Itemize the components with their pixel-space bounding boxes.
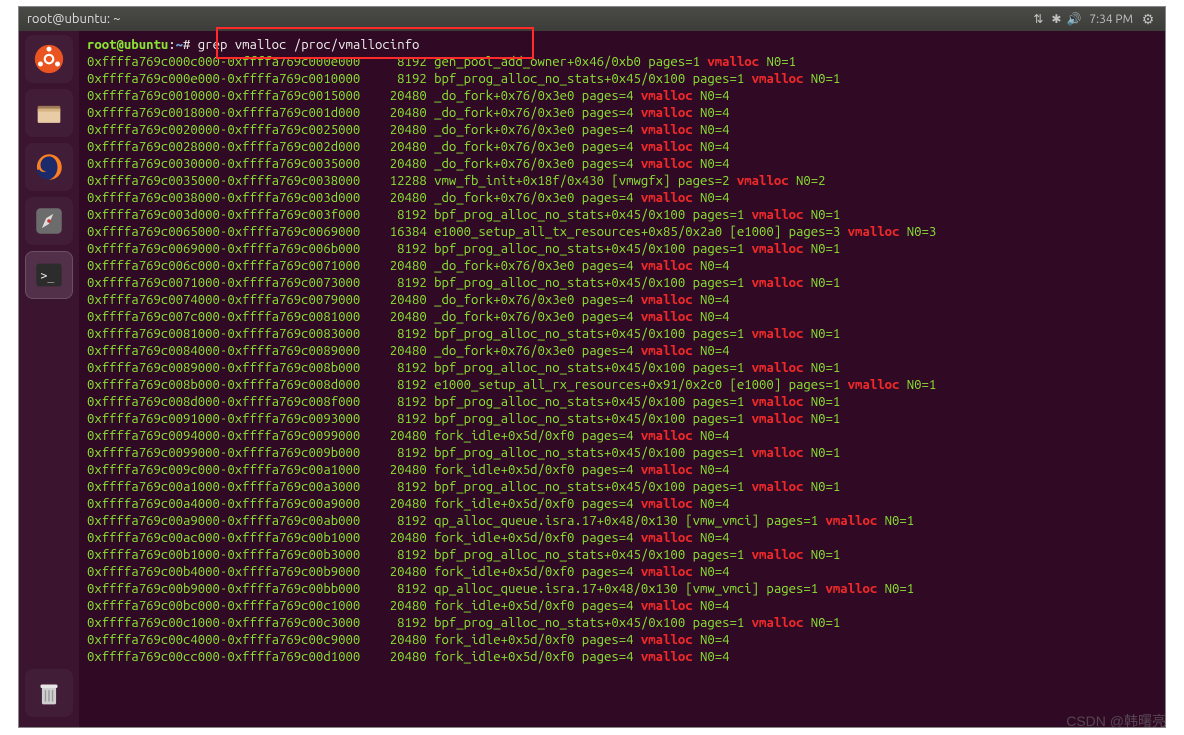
output-line: 0xffffa769c00b1000-0xffffa769c00b3000 81… [87, 547, 1159, 564]
output-line: 0xffffa769c0069000-0xffffa769c006b000 81… [87, 241, 1159, 258]
terminal-output[interactable]: root@ubuntu:~# grep vmalloc /proc/vmallo… [79, 31, 1165, 727]
output-line: 0xffffa769c0038000-0xffffa769c003d000 20… [87, 190, 1159, 207]
titlebar: root@ubuntu: ~ ⇅ ✱ 🔊 7:34 PM ⚙ [19, 7, 1165, 31]
output-line: 0xffffa769c009c000-0xffffa769c00a1000 20… [87, 462, 1159, 479]
network-icon[interactable]: ⇅ [1029, 12, 1047, 26]
output-line: 0xffffa769c00c4000-0xffffa769c00c9000 20… [87, 632, 1159, 649]
output-line: 0xffffa769c0091000-0xffffa769c0093000 81… [87, 411, 1159, 428]
output-line: 0xffffa769c00b9000-0xffffa769c00bb000 81… [87, 581, 1159, 598]
volume-icon[interactable]: 🔊 [1065, 12, 1083, 26]
window-frame: root@ubuntu: ~ ⇅ ✱ 🔊 7:34 PM ⚙ >_ root@u… [18, 6, 1166, 728]
output-line: 0xffffa769c006c000-0xffffa769c0071000 20… [87, 258, 1159, 275]
output-line: 0xffffa769c000c000-0xffffa769c000e000 81… [87, 54, 1159, 71]
output-line: 0xffffa769c0030000-0xffffa769c0035000 20… [87, 156, 1159, 173]
output-line: 0xffffa769c008b000-0xffffa769c008d000 81… [87, 377, 1159, 394]
output-line: 0xffffa769c0071000-0xffffa769c0073000 81… [87, 275, 1159, 292]
output-line: 0xffffa769c000e000-0xffffa769c0010000 81… [87, 71, 1159, 88]
output-line: 0xffffa769c00a1000-0xffffa769c00a3000 81… [87, 479, 1159, 496]
output-line: 0xffffa769c0020000-0xffffa769c0025000 20… [87, 122, 1159, 139]
output-line: 0xffffa769c0084000-0xffffa769c0089000 20… [87, 343, 1159, 360]
output-line: 0xffffa769c0089000-0xffffa769c008b000 81… [87, 360, 1159, 377]
output-line: 0xffffa769c003d000-0xffffa769c003f000 81… [87, 207, 1159, 224]
launcher: >_ [19, 31, 79, 727]
output-line: 0xffffa769c0018000-0xffffa769c001d000 20… [87, 105, 1159, 122]
output-line: 0xffffa769c00a9000-0xffffa769c00ab000 81… [87, 513, 1159, 530]
output-line: 0xffffa769c0010000-0xffffa769c0015000 20… [87, 88, 1159, 105]
files-icon[interactable] [25, 89, 73, 137]
output-line: 0xffffa769c0028000-0xffffa769c002d000 20… [87, 139, 1159, 156]
trash-icon[interactable] [25, 669, 73, 717]
output-line: 0xffffa769c008d000-0xffffa769c008f000 81… [87, 394, 1159, 411]
output-line: 0xffffa769c00cc000-0xffffa769c00d1000 20… [87, 649, 1159, 666]
output-line: 0xffffa769c00ac000-0xffffa769c00b1000 20… [87, 530, 1159, 547]
terminal-icon[interactable]: >_ [25, 251, 73, 299]
prompt-line: root@ubuntu:~# grep vmalloc /proc/vmallo… [87, 37, 1159, 54]
settings-icon[interactable] [25, 197, 73, 245]
window-title: root@ubuntu: ~ [27, 12, 120, 26]
output-line: 0xffffa769c0081000-0xffffa769c0083000 81… [87, 326, 1159, 343]
output-line: 0xffffa769c00c1000-0xffffa769c00c3000 81… [87, 615, 1159, 632]
output-line: 0xffffa769c0074000-0xffffa769c0079000 20… [87, 292, 1159, 309]
firefox-icon[interactable] [25, 143, 73, 191]
output-line: 0xffffa769c00bc000-0xffffa769c00c1000 20… [87, 598, 1159, 615]
gear-icon[interactable]: ⚙ [1139, 11, 1157, 28]
output-line: 0xffffa769c0035000-0xffffa769c0038000 12… [87, 173, 1159, 190]
output-line: 0xffffa769c0099000-0xffffa769c009b000 81… [87, 445, 1159, 462]
output-line: 0xffffa769c0065000-0xffffa769c0069000 16… [87, 224, 1159, 241]
bluetooth-icon[interactable]: ✱ [1047, 12, 1065, 26]
output-line: 0xffffa769c007c000-0xffffa769c0081000 20… [87, 309, 1159, 326]
ubuntu-dash-icon[interactable] [25, 35, 73, 83]
output-line: 0xffffa769c00a4000-0xffffa769c00a9000 20… [87, 496, 1159, 513]
output-line: 0xffffa769c0094000-0xffffa769c0099000 20… [87, 428, 1159, 445]
clock[interactable]: 7:34 PM [1083, 13, 1139, 26]
svg-text:>_: >_ [41, 268, 55, 282]
output-line: 0xffffa769c00b4000-0xffffa769c00b9000 20… [87, 564, 1159, 581]
